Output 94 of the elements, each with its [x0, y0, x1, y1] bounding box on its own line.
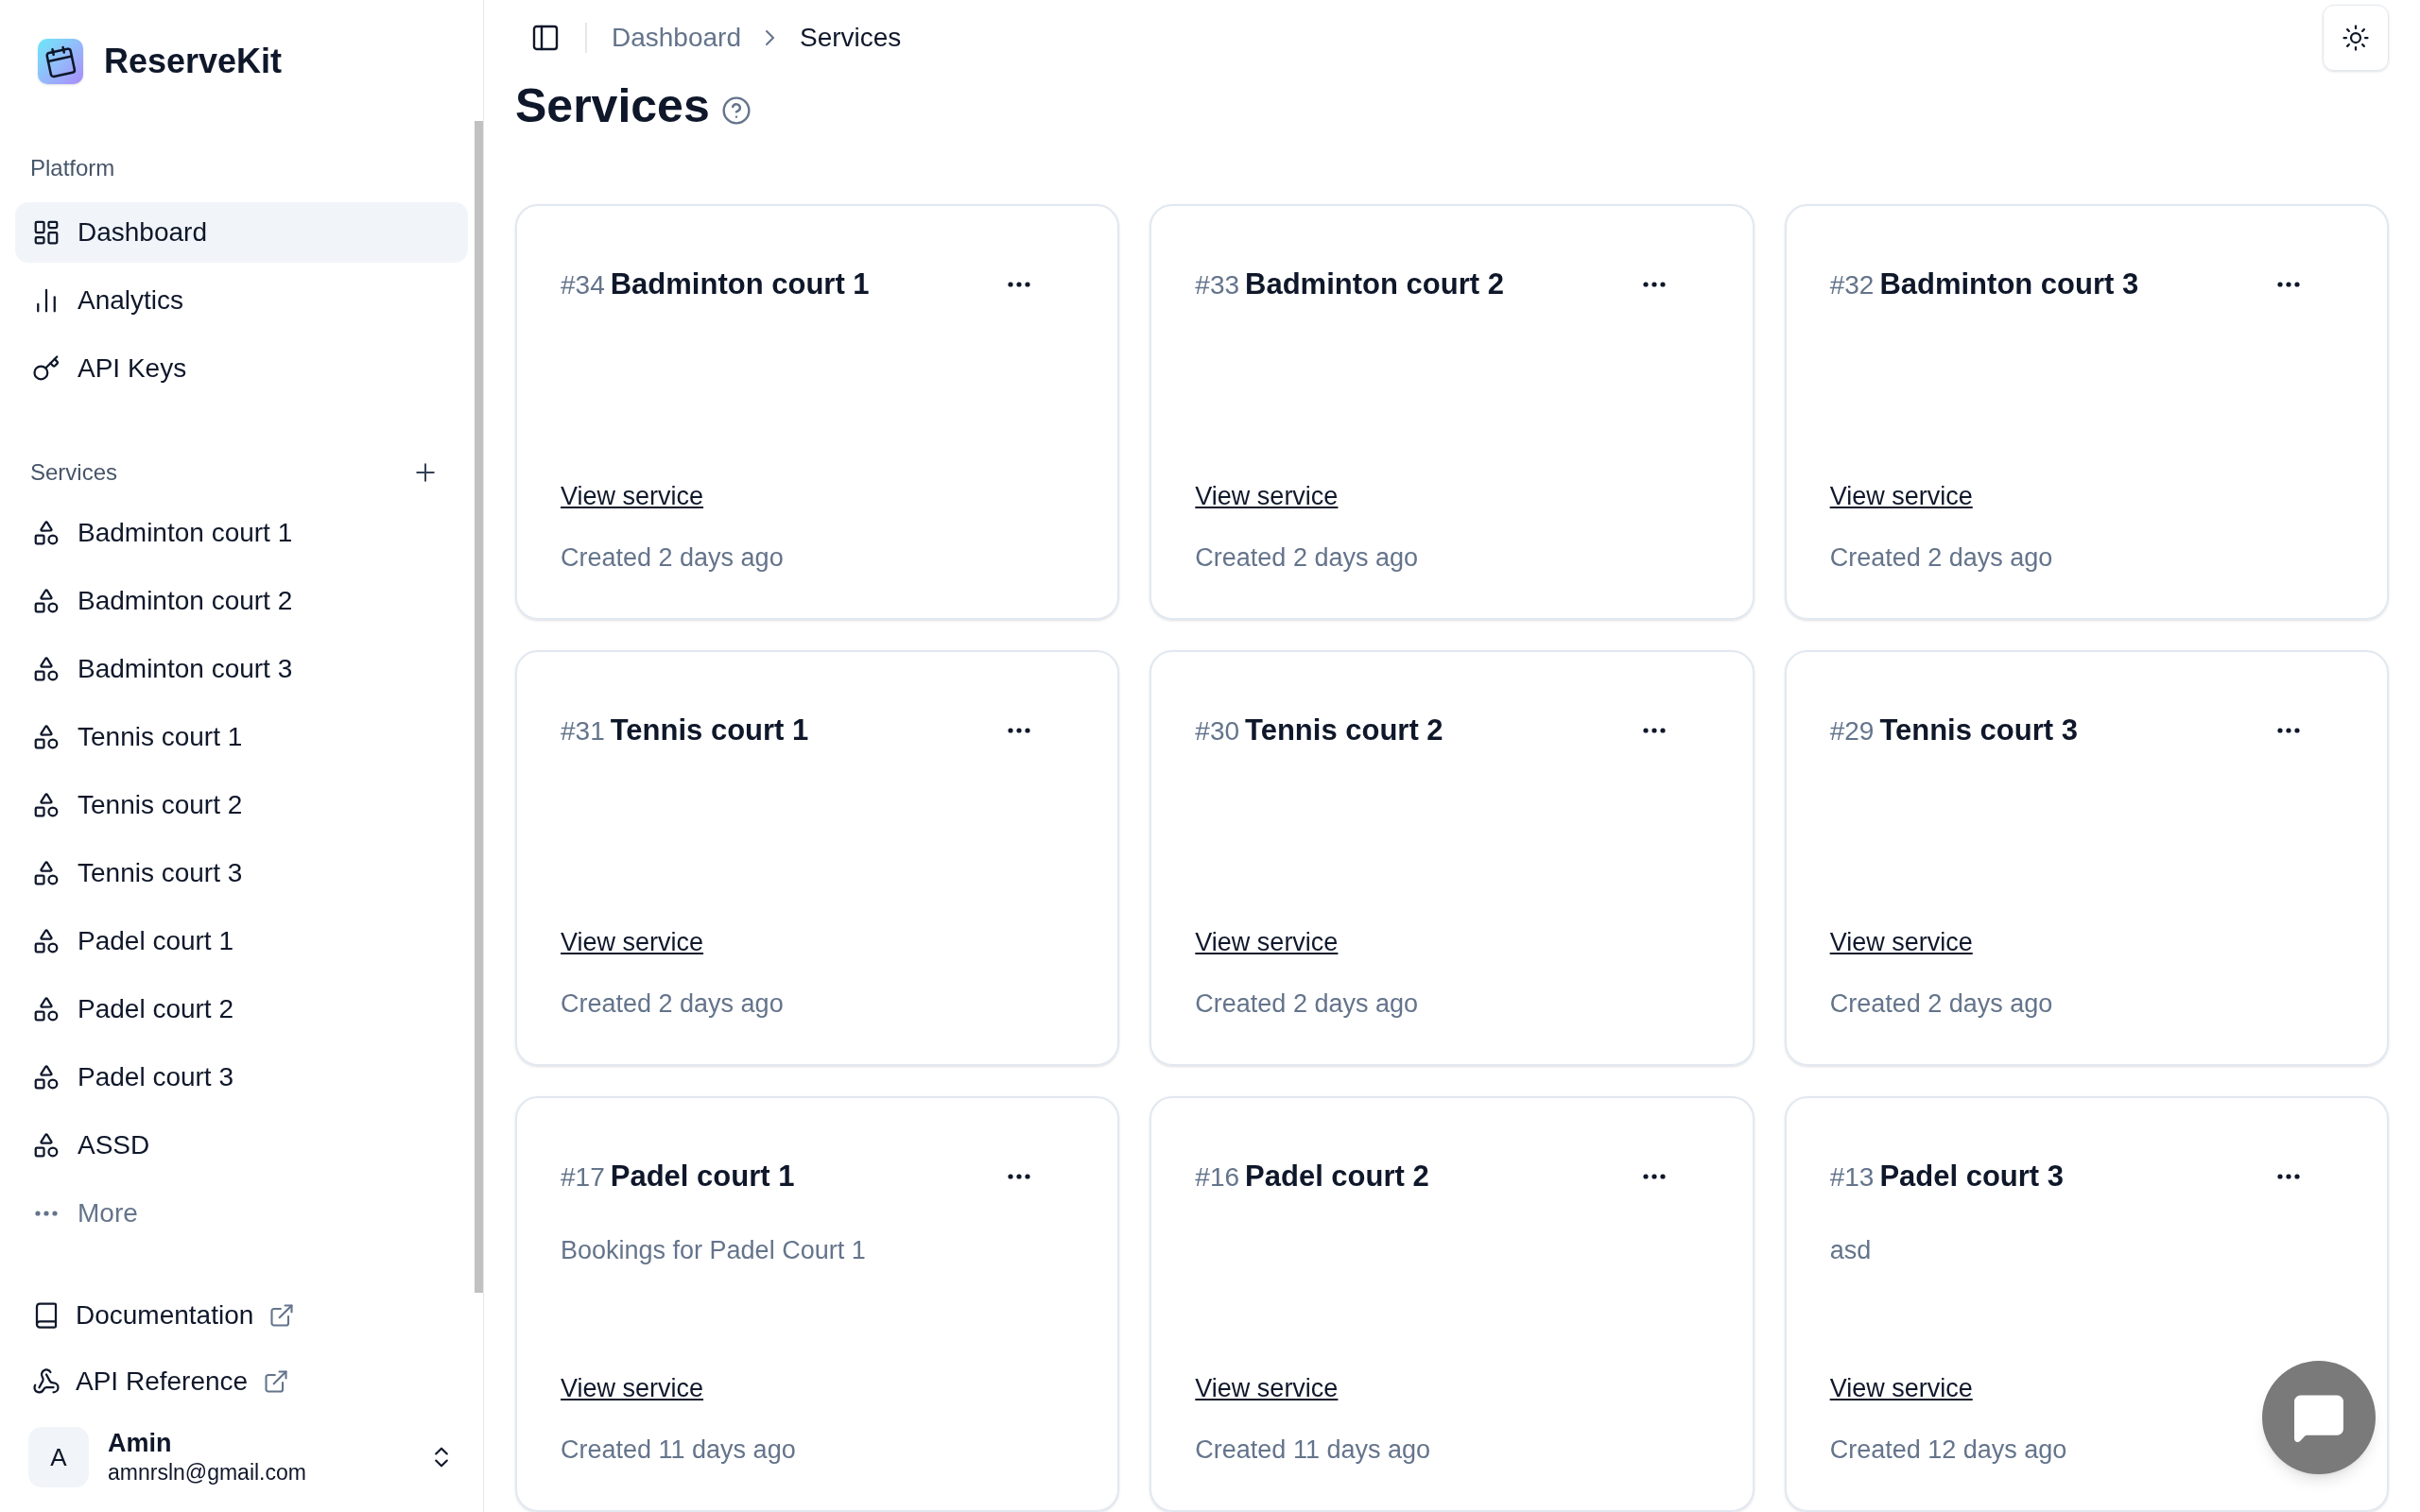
- sidebar-item[interactable]: Padel court 2: [15, 979, 468, 1040]
- shapes-icon: [32, 1063, 60, 1091]
- created-date: Created 2 days ago: [561, 988, 785, 1020]
- created-date: Created 2 days ago: [1829, 541, 2054, 574]
- service-number: #34: [561, 269, 605, 301]
- sidebar-item[interactable]: Badminton court 2: [15, 571, 468, 631]
- service-name: Padel court 2: [1245, 1159, 1429, 1194]
- service-name: Padel court 3: [1879, 1159, 2065, 1194]
- service-name: Tennis court 1: [610, 713, 809, 748]
- external-link-icon: [268, 1302, 296, 1329]
- sidebar-item[interactable]: Dashboard: [15, 202, 468, 263]
- created-date: Created 12 days ago: [1829, 1434, 2068, 1466]
- sidebar-item[interactable]: More: [15, 1183, 468, 1244]
- created-date: Created 11 days ago: [561, 1434, 797, 1466]
- external-link-icon: [263, 1368, 290, 1395]
- sidebar-item[interactable]: Badminton court 3: [15, 639, 468, 699]
- service-number: #17: [561, 1161, 605, 1194]
- shapes-icon: [32, 655, 60, 683]
- shapes-icon: [32, 723, 60, 751]
- shapes-icon: [32, 587, 60, 615]
- dashboard-icon: [32, 218, 60, 247]
- sidebar-item[interactable]: Tennis court 2: [15, 775, 468, 835]
- external-link[interactable]: API Reference: [76, 1362, 249, 1401]
- sidebar-item[interactable]: Padel court 3: [15, 1047, 468, 1108]
- ellipsis-icon: [1008, 728, 1031, 734]
- ellipsis-icon: [2277, 1174, 2300, 1180]
- sidebar-item[interactable]: API Keys: [15, 338, 468, 399]
- service-name: Badminton court 3: [1879, 266, 2139, 302]
- scrollbar-thumb[interactable]: [475, 121, 483, 1293]
- webhook-icon: [32, 1367, 60, 1396]
- user-name: Amin: [108, 1428, 173, 1458]
- service-name: Badminton court 2: [1245, 266, 1504, 302]
- created-date: Created 2 days ago: [1195, 541, 1419, 574]
- ellipsis-icon: [1642, 282, 1666, 288]
- user-email: amnrsln@gmail.com: [108, 1459, 306, 1486]
- sidebar-item[interactable]: Tennis court 1: [15, 707, 468, 767]
- service-number: #16: [1195, 1161, 1240, 1194]
- key-icon: [32, 354, 60, 383]
- service-number: #32: [1829, 269, 1875, 301]
- service-name: Tennis court 2: [1245, 713, 1443, 748]
- created-date: Created 2 days ago: [1829, 988, 2054, 1020]
- service-description: Bookings for Padel Court 1: [561, 1234, 867, 1266]
- ellipsis-icon: [1642, 1174, 1666, 1180]
- help-icon[interactable]: [720, 94, 752, 126]
- section-label: Services: [30, 458, 118, 487]
- page-title: Services: [515, 78, 710, 134]
- shapes-icon: [32, 1131, 60, 1160]
- service-number: #29: [1829, 715, 1875, 747]
- service-name: Padel court 1: [610, 1159, 795, 1194]
- service-number: #13: [1829, 1161, 1875, 1194]
- service-description: asd: [1829, 1234, 1873, 1266]
- shapes-icon: [32, 927, 60, 955]
- ellipsis-icon: [2277, 282, 2300, 288]
- ellipsis-icon: [1642, 728, 1666, 734]
- view-service-link[interactable]: View service: [1829, 1369, 1973, 1408]
- shapes-icon: [32, 519, 60, 547]
- service-number: #30: [1195, 715, 1240, 747]
- ellipsis-icon: [2277, 728, 2300, 734]
- chevron-right-icon: [764, 27, 777, 47]
- service-number: #33: [1195, 269, 1240, 301]
- ellipsis-icon: [1008, 1174, 1031, 1180]
- view-service-link[interactable]: View service: [1195, 923, 1339, 962]
- shapes-icon: [32, 791, 60, 819]
- breadcrumb-link[interactable]: Dashboard: [612, 17, 741, 58]
- service-name: Tennis court 3: [1879, 713, 2078, 748]
- sidebar-item[interactable]: Padel court 1: [15, 911, 468, 971]
- breadcrumb-link[interactable]: Services: [800, 17, 902, 58]
- section-label: Platform: [29, 154, 116, 182]
- ellipsis-icon: [35, 1211, 58, 1216]
- view-service-link[interactable]: View service: [561, 477, 704, 516]
- user-avatar: A: [28, 1427, 89, 1487]
- brand-name: ReserveKit: [104, 41, 283, 82]
- view-service-link[interactable]: View service: [1195, 1369, 1339, 1408]
- ellipsis-icon: [1008, 282, 1031, 288]
- view-service-link[interactable]: View service: [1829, 923, 1973, 962]
- view-service-link[interactable]: View service: [561, 923, 704, 962]
- created-date: Created 2 days ago: [1195, 988, 1419, 1020]
- view-service-link[interactable]: View service: [1829, 477, 1973, 516]
- service-name: Badminton court 1: [610, 266, 870, 302]
- shapes-icon: [32, 995, 60, 1023]
- view-service-link[interactable]: View service: [1195, 477, 1339, 516]
- sidebar-item[interactable]: ASSD: [15, 1115, 468, 1176]
- sidebar-item[interactable]: Tennis court 3: [15, 843, 468, 903]
- shapes-icon: [32, 859, 60, 887]
- view-service-link[interactable]: View service: [561, 1369, 704, 1408]
- external-link[interactable]: Documentation: [76, 1296, 254, 1335]
- created-date: Created 2 days ago: [561, 541, 785, 574]
- calendar-logo-icon: [38, 39, 83, 84]
- service-number: #31: [561, 715, 605, 747]
- sidebar-item[interactable]: Badminton court 1: [15, 503, 468, 563]
- created-date: Created 11 days ago: [1195, 1434, 1431, 1466]
- theme-toggle-button[interactable]: [2323, 4, 2389, 71]
- sun-icon: [2342, 23, 2370, 52]
- sidebar-item[interactable]: Analytics: [15, 270, 468, 331]
